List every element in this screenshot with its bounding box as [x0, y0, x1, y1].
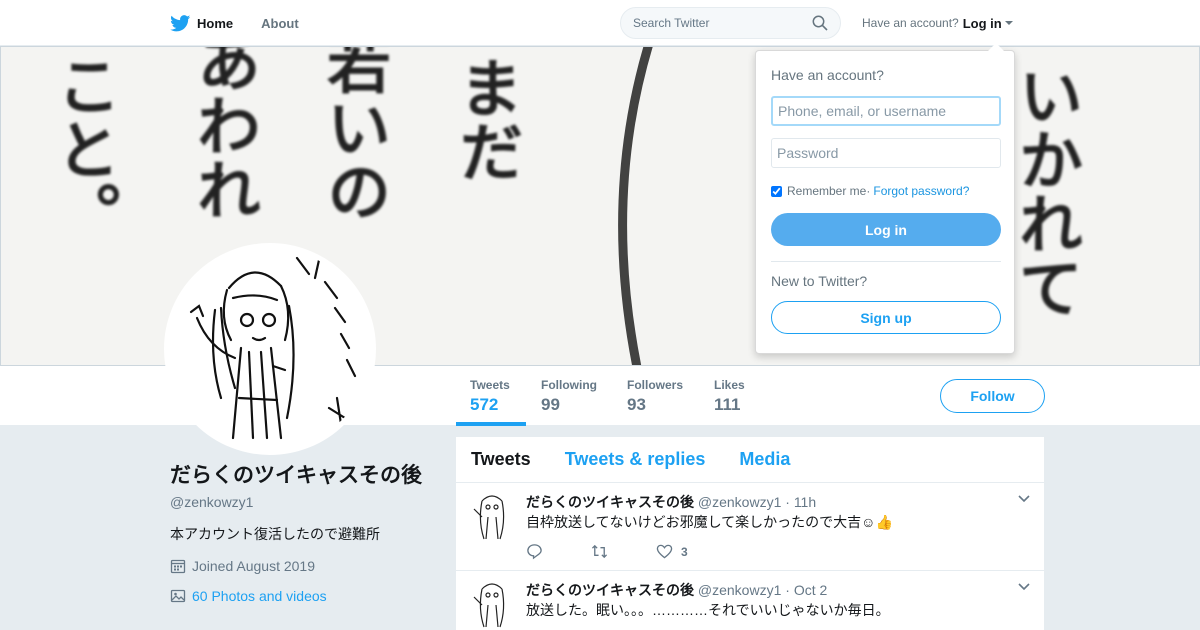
reply-button[interactable]	[526, 543, 543, 560]
search-input[interactable]: Search Twitter	[633, 16, 812, 30]
banner-text-column: まだ	[448, 55, 523, 183]
login-dropdown-toggle[interactable]: Log in	[963, 16, 1013, 31]
tweet-separator: ·	[781, 582, 794, 598]
heart-icon	[656, 544, 673, 559]
remember-me-checkbox[interactable]	[771, 185, 782, 197]
stat-likes[interactable]: Likes 111	[714, 378, 745, 415]
photo-icon	[170, 589, 186, 603]
banner-text-column: こと。	[46, 53, 121, 245]
search-icon[interactable]	[812, 15, 828, 31]
reply-icon	[527, 544, 542, 560]
tweet-text: 自枠放送してないけどお邪魔して楽しかったので大吉☺👍	[526, 514, 893, 530]
stat-label: Followers	[627, 378, 684, 392]
search-box[interactable]: Search Twitter	[620, 7, 841, 39]
tweet-avatar[interactable]	[470, 491, 514, 541]
stat-followers[interactable]: Followers 93	[627, 378, 683, 415]
profile-handle[interactable]: @zenkowzy1	[170, 494, 430, 510]
stat-following[interactable]: Following 99	[541, 378, 597, 415]
login-dropdown: Have an account? Remember me · Forgot pa…	[755, 43, 1015, 354]
avatar-drawing	[189, 256, 357, 440]
stat-value: 111	[714, 395, 741, 414]
new-to-twitter-text: New to Twitter?	[771, 273, 868, 289]
twitter-bird-icon	[170, 14, 191, 31]
nav-home-label: Home	[197, 15, 234, 31]
joined-date: Joined August 2019	[192, 558, 315, 574]
tab-tweets[interactable]: Tweets	[471, 449, 531, 470]
banner-text-column: いかれて	[1008, 63, 1083, 319]
chevron-down-icon[interactable]	[1018, 583, 1030, 591]
banner-text-column: あわれ	[186, 46, 261, 221]
account-prompt: Have an account? Log in	[862, 0, 1013, 46]
have-account-text: Have an account?	[862, 16, 959, 30]
username-field[interactable]	[771, 96, 1001, 126]
stat-label: Tweets	[470, 378, 510, 392]
like-button[interactable]: 3	[656, 543, 688, 560]
tweet-author-handle[interactable]: @zenkowzy1	[698, 582, 781, 598]
nav-links: Home About	[170, 0, 327, 46]
dropdown-divider	[771, 261, 1001, 262]
tweet-actions: 3	[526, 543, 736, 560]
remember-separator: ·	[866, 184, 871, 198]
tweet-timestamp[interactable]: 11h	[794, 494, 816, 510]
chevron-down-icon[interactable]	[1018, 495, 1030, 503]
timeline-tabs: Tweets Tweets & replies Media	[456, 437, 1044, 483]
timeline: Tweets Tweets & replies Media だらくのツイキャスそ…	[456, 437, 1044, 630]
banner-text-column: 若いの	[316, 46, 391, 223]
tweet-separator: ·	[781, 494, 794, 510]
tweet-author-name[interactable]: だらくのツイキャスその後	[526, 494, 694, 510]
tweet-timestamp[interactable]: Oct 2	[794, 582, 827, 598]
tweet[interactable]: だらくのツイキャスその後 @zenkowzy1 · Oct 2 放送した。眠い。…	[456, 571, 1044, 630]
photos-videos-link[interactable]: 60 Photos and videos	[170, 588, 430, 604]
photos-videos-label: 60 Photos and videos	[192, 588, 327, 604]
stat-value: 572	[470, 395, 499, 414]
tab-tweets-replies[interactable]: Tweets & replies	[565, 449, 706, 470]
profile-bio: 本アカウント復活したので避難所	[170, 526, 380, 542]
stat-tweets[interactable]: Tweets 572	[470, 378, 510, 415]
tweet-avatar[interactable]	[470, 579, 514, 629]
tweet[interactable]: だらくのツイキャスその後 @zenkowzy1 · 11h 自枠放送してないけど…	[456, 483, 1044, 571]
stat-value: 99	[541, 395, 560, 414]
stat-value: 93	[627, 395, 646, 414]
profile-card: だらくのツイキャスその後 @zenkowzy1 本アカウント復活したので避難所 …	[170, 462, 430, 604]
stat-label: Following	[541, 378, 597, 392]
nav-home-link[interactable]: Home	[170, 0, 233, 46]
top-navigation: Home About Search Twitter Have an accoun…	[0, 0, 1200, 46]
login-link-label: Log in	[962, 15, 1002, 31]
stat-label: Likes	[714, 378, 745, 392]
remember-me: Remember me · Forgot password?	[771, 184, 969, 198]
profile-joined: Joined August 2019	[170, 558, 430, 574]
tab-media[interactable]: Media	[739, 449, 790, 470]
active-tab-indicator	[456, 422, 526, 426]
tweet-author-handle[interactable]: @zenkowzy1	[698, 494, 781, 510]
remember-me-label: Remember me	[787, 184, 867, 198]
signup-button[interactable]: Sign up	[771, 301, 1001, 334]
avatar[interactable]	[164, 243, 376, 455]
caret-down-icon	[1004, 21, 1013, 25]
tweet-header: だらくのツイキャスその後 @zenkowzy1 · 11h	[526, 492, 816, 512]
calendar-icon	[170, 559, 186, 574]
tweet-author-name[interactable]: だらくのツイキャスその後	[526, 582, 694, 598]
tweet-header: だらくのツイキャスその後 @zenkowzy1 · Oct 2	[526, 580, 827, 600]
banner-parenthesis-stroke	[618, 47, 653, 365]
retweet-button[interactable]	[591, 543, 608, 560]
tweet-text: 放送した。眠い。。。…………それでいいじゃないか毎日。	[526, 602, 890, 618]
follow-button[interactable]: Follow	[940, 379, 1045, 413]
nav-about-link[interactable]: About	[261, 0, 299, 46]
profile-name[interactable]: だらくのツイキャスその後	[170, 462, 430, 490]
like-count: 3	[681, 544, 688, 559]
password-field[interactable]	[771, 138, 1001, 168]
login-button[interactable]: Log in	[771, 213, 1001, 246]
forgot-password-link[interactable]: Forgot password?	[873, 184, 969, 198]
retweet-icon	[591, 544, 608, 559]
dropdown-title: Have an account?	[771, 67, 884, 83]
